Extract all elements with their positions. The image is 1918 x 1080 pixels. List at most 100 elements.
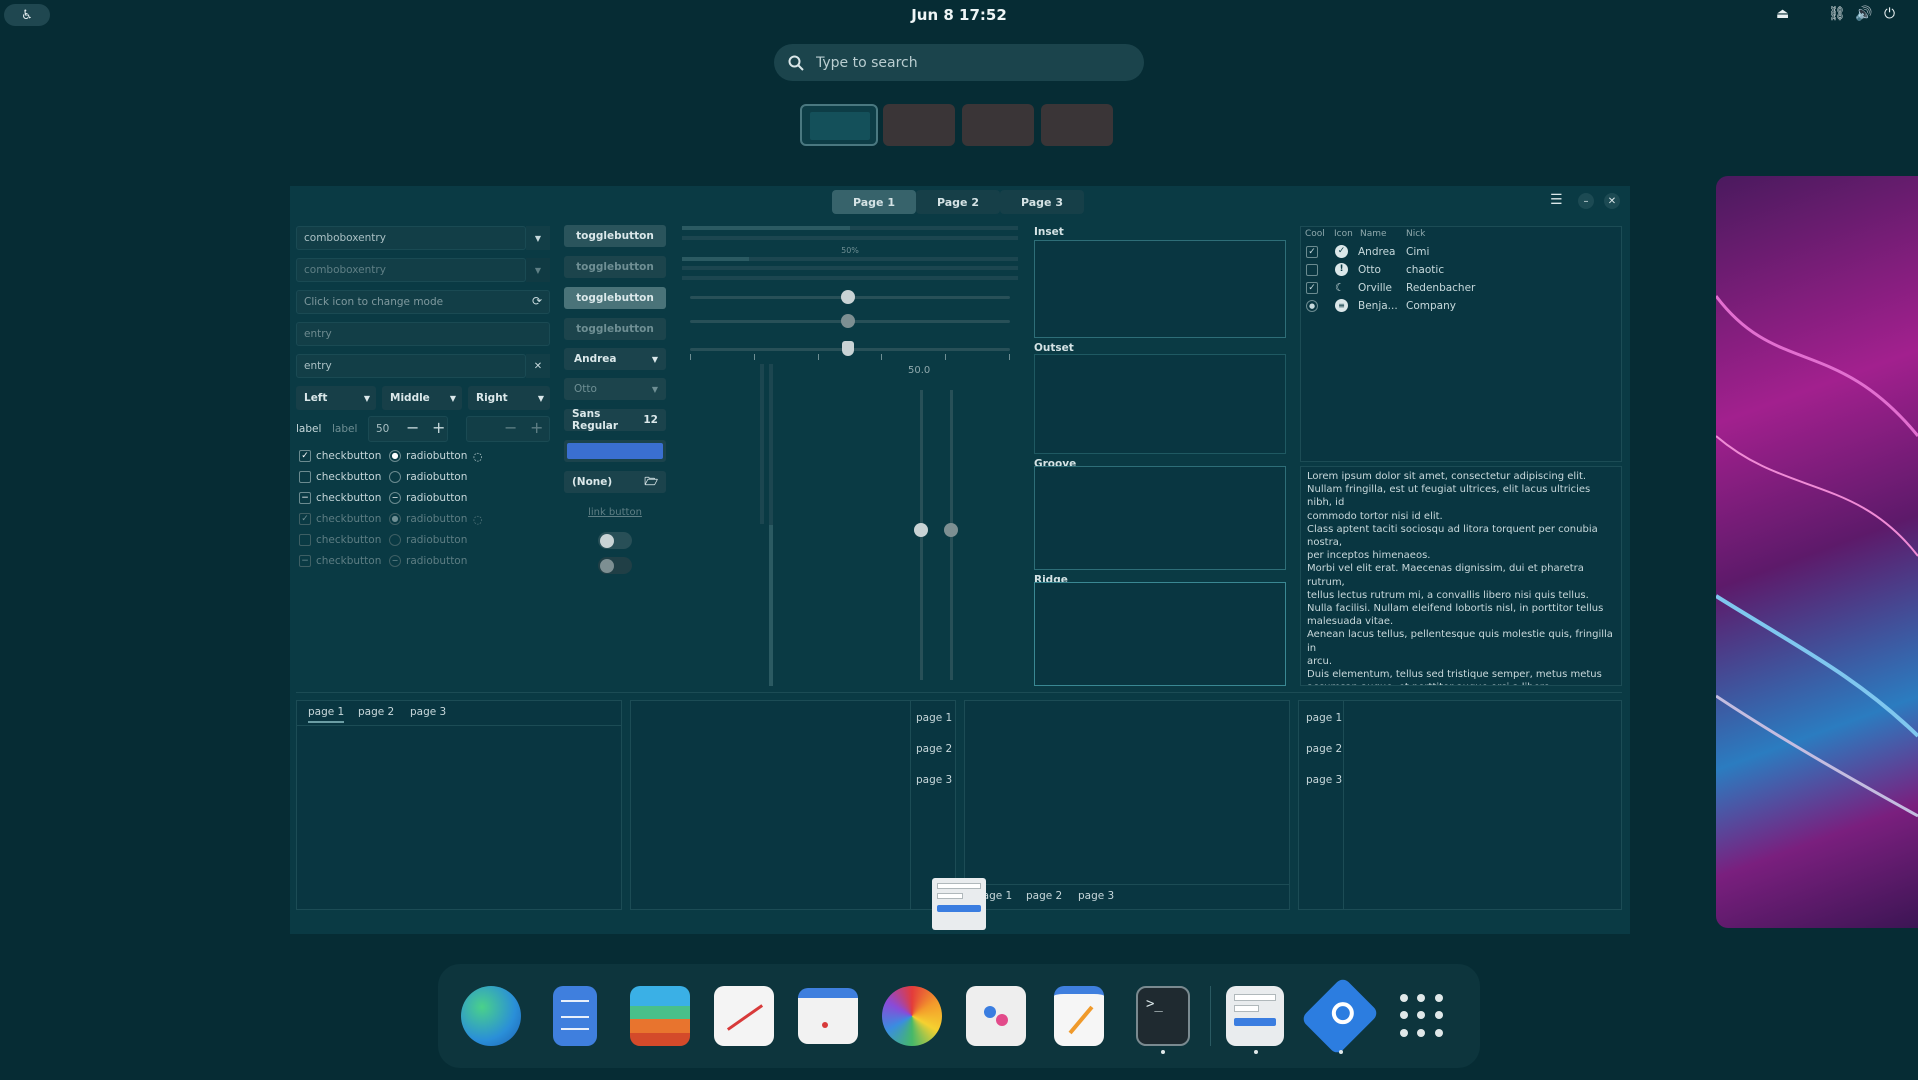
gtk-demo-app-icon[interactable]: [1226, 986, 1284, 1046]
combo-entry-1[interactable]: comboboxentry: [296, 226, 526, 250]
close-button[interactable]: ✕: [1604, 193, 1620, 209]
hscale-1-knob[interactable]: [841, 290, 855, 304]
checkbutton-4: ✓ checkbutton: [299, 513, 381, 525]
frame-inset: [1034, 240, 1286, 338]
check-icon[interactable]: ✓: [1306, 246, 1318, 258]
align-left-combo[interactable]: Left ▼: [296, 386, 376, 410]
file-chooser-button[interactable]: (None) 🗁: [564, 471, 666, 493]
software-store-icon[interactable]: [966, 986, 1026, 1046]
search-input[interactable]: [816, 54, 1116, 71]
switch-1[interactable]: [598, 532, 632, 549]
notebook-top: [296, 700, 622, 910]
radiobutton-3[interactable]: − radiobutton: [389, 492, 467, 504]
text-editor-icon[interactable]: [1054, 986, 1104, 1046]
align-middle-combo[interactable]: Middle ▼: [382, 386, 462, 410]
plus-icon[interactable]: +: [432, 418, 445, 437]
chevron-down-icon: ▼: [651, 354, 658, 364]
check-icon[interactable]: ✓: [1306, 282, 1318, 294]
workspace-thumbnail-4[interactable]: [1041, 104, 1113, 146]
app-grid-button[interactable]: [1400, 994, 1444, 1038]
tab-page-1[interactable]: Page 1: [832, 190, 916, 214]
search-bar[interactable]: [774, 44, 1144, 81]
chevron-down-icon[interactable]: ▼: [526, 226, 550, 250]
color-button[interactable]: [564, 440, 666, 462]
chevron-down-icon: ▼: [651, 384, 658, 394]
tab-page-2[interactable]: Page 2: [916, 190, 1000, 214]
col-header-icon[interactable]: Icon: [1334, 229, 1353, 239]
network-icon[interactable]: ⛓: [1828, 6, 1846, 22]
plus-icon: +: [530, 418, 544, 437]
col-header-nick[interactable]: Nick: [1406, 229, 1425, 239]
nb-top-tab-2[interactable]: page 2: [358, 706, 394, 718]
col-header-name[interactable]: Name: [1360, 229, 1387, 239]
checkbutton-1[interactable]: ✓ checkbutton: [299, 450, 381, 462]
checkbutton-3[interactable]: − checkbutton: [299, 492, 381, 504]
radiobutton-2[interactable]: radiobutton: [389, 471, 467, 483]
dash-icon: −: [299, 555, 311, 567]
tab-page-3[interactable]: Page 3: [1000, 190, 1084, 214]
checkbutton-label: checkbutton: [316, 534, 382, 546]
dialog-window-thumbnail[interactable]: [932, 878, 986, 930]
minimize-button[interactable]: –: [1578, 193, 1594, 209]
nb-top-tab-1[interactable]: page 1: [308, 706, 345, 723]
nb-right-tab-1[interactable]: page 1: [916, 712, 952, 724]
combo-entry-2[interactable]: comboboxentry: [296, 258, 526, 282]
chevron-down-icon[interactable]: ▼: [526, 258, 550, 282]
minus-icon[interactable]: −: [406, 418, 419, 437]
text-view[interactable]: Lorem ipsum dolor sit amet, consectetur …: [1300, 466, 1622, 686]
nb-bottom-tab-3[interactable]: page 3: [1078, 890, 1114, 902]
tree-row-nick: Cimi: [1406, 246, 1430, 258]
icon-mode-entry[interactable]: Click icon to change mode: [296, 290, 550, 314]
nb-right-tab-3[interactable]: page 3: [916, 774, 952, 786]
entry-field-2[interactable]: entry: [296, 354, 526, 378]
workspace-wallpaper-preview[interactable]: [1716, 176, 1918, 928]
clock[interactable]: Jun 8 17:52: [0, 6, 1918, 24]
workspace-thumbnail-1[interactable]: [800, 104, 878, 146]
progress-bar-5: [682, 276, 1018, 280]
entry-field-1[interactable]: entry: [296, 322, 550, 346]
volume-icon[interactable]: 🔊: [1855, 6, 1872, 22]
nb-left-tab-1[interactable]: page 1: [1306, 712, 1342, 724]
workspace-thumbnail-2[interactable]: [883, 104, 955, 146]
togglebutton-3[interactable]: togglebutton: [564, 287, 666, 309]
drawing-app-icon[interactable]: [714, 986, 774, 1046]
font-button[interactable]: Sans Regular 12: [564, 408, 666, 432]
nb-top-tab-3[interactable]: page 3: [410, 706, 446, 718]
progress-bar-2: [682, 236, 1018, 240]
progress-label: 50%: [841, 246, 859, 255]
calendar-icon[interactable]: [798, 988, 858, 1044]
col-header-cool[interactable]: Cool: [1305, 229, 1325, 239]
align-right-combo[interactable]: Right ▼: [468, 386, 550, 410]
togglebutton-1[interactable]: togglebutton: [564, 225, 666, 247]
clear-icon[interactable]: ✕: [526, 354, 550, 378]
refresh-icon[interactable]: ⟳: [532, 294, 542, 308]
photos-app-icon[interactable]: [882, 986, 942, 1046]
checkbox-empty[interactable]: [1306, 264, 1318, 276]
text-line: per inceptos himenaeos.: [1307, 550, 1431, 562]
power-icon[interactable]: ⏻: [1884, 6, 1895, 22]
radio-selected-icon[interactable]: ●: [1306, 300, 1318, 312]
eject-icon[interactable]: ⏏: [1776, 6, 1789, 22]
radiobutton-5: radiobutton: [389, 534, 467, 546]
link-button[interactable]: link button: [564, 507, 666, 518]
vscale-1-knob[interactable]: [914, 523, 928, 537]
tree-view[interactable]: [1300, 226, 1622, 462]
nb-right-tab-2[interactable]: page 2: [916, 743, 952, 755]
web-browser-icon[interactable]: [461, 986, 521, 1046]
frame-ridge: [1034, 582, 1286, 686]
workspace-thumbnail-3[interactable]: [962, 104, 1034, 146]
layers-app-icon[interactable]: [630, 986, 690, 1046]
terminal-icon[interactable]: >_: [1136, 986, 1190, 1046]
radiobutton-1[interactable]: ● radiobutton: [389, 450, 467, 462]
progress-fill: [682, 226, 850, 230]
checkbutton-2[interactable]: checkbutton: [299, 471, 381, 483]
nb-bottom-tab-2[interactable]: page 2: [1026, 890, 1062, 902]
nb-left-tab-2[interactable]: page 2: [1306, 743, 1342, 755]
menu-icon[interactable]: ☰: [1550, 192, 1563, 208]
combo-andrea[interactable]: Andrea ▼: [564, 348, 666, 370]
progress-bar-4: [682, 266, 1018, 270]
nb-left-tab-3[interactable]: page 3: [1306, 774, 1342, 786]
text-line: tellus lectus rutrum mi, a convallis lib…: [1307, 589, 1589, 601]
file-manager-icon[interactable]: [553, 986, 597, 1046]
text-line: Nullam fringilla, est ut feugiat ultrice…: [1307, 484, 1591, 509]
